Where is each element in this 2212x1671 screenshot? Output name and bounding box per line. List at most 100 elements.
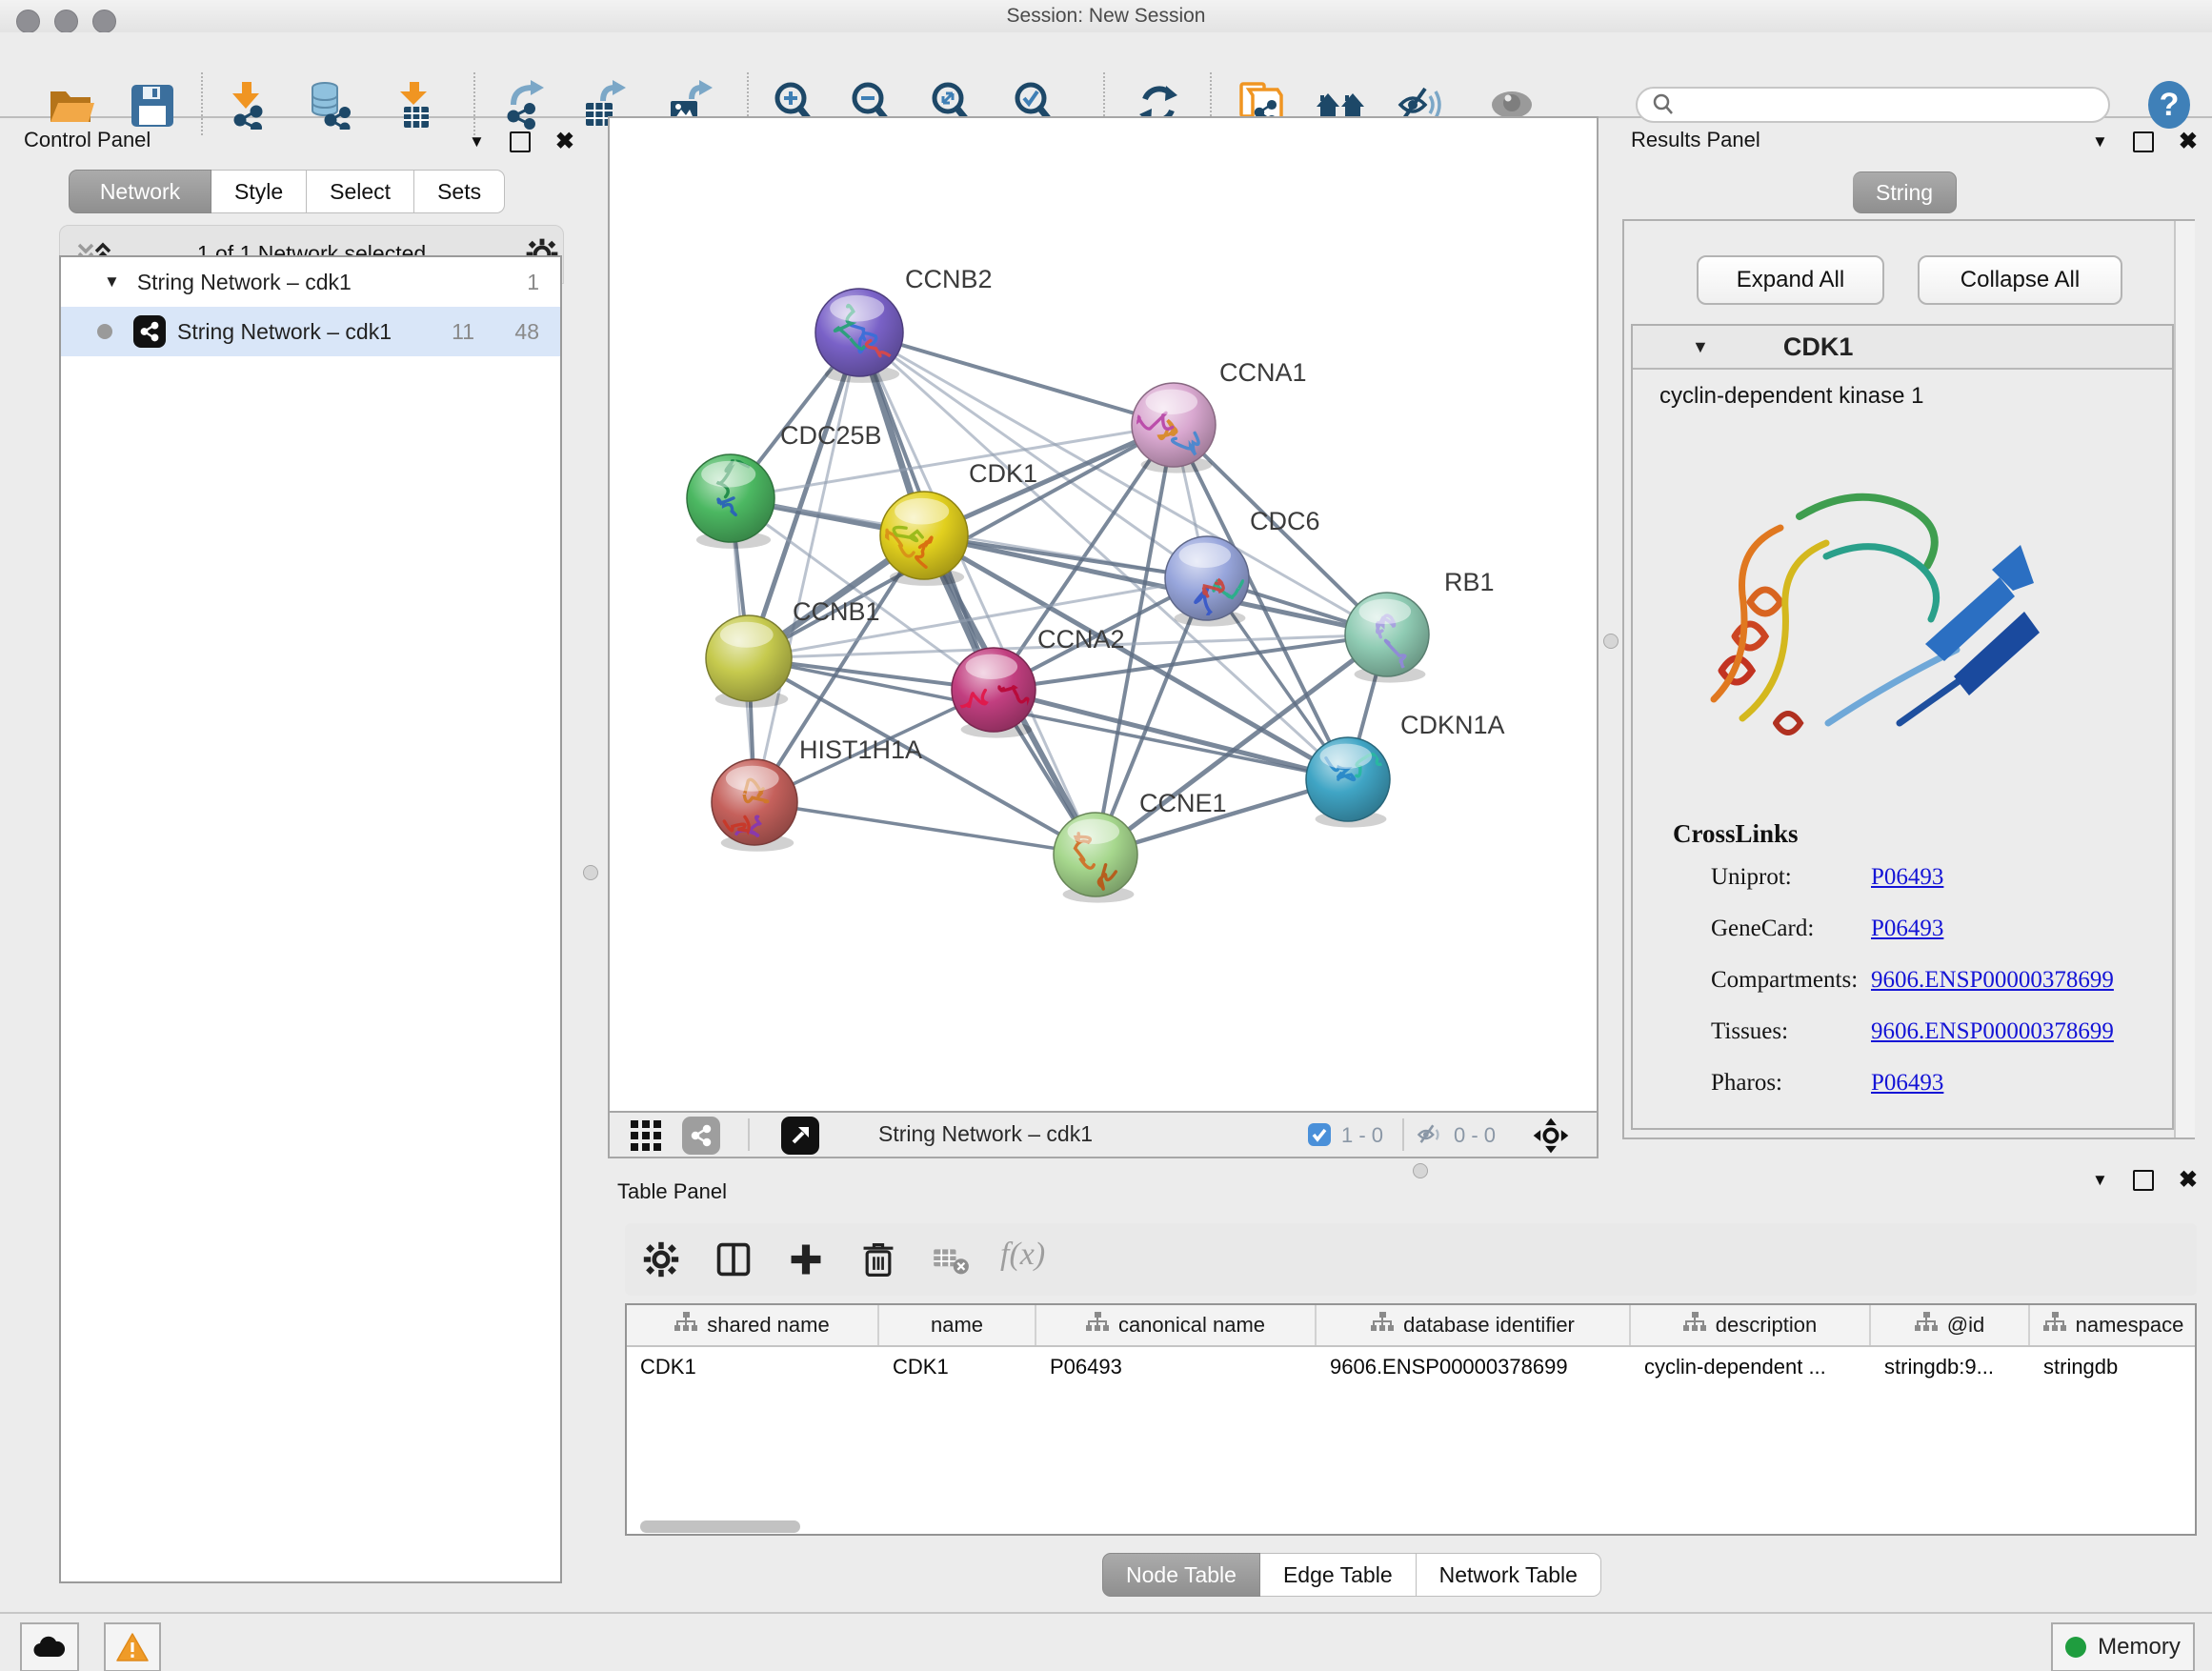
column-label: name xyxy=(931,1313,983,1338)
import-table-icon[interactable] xyxy=(389,78,442,131)
open-session-icon[interactable] xyxy=(44,78,97,131)
delete-column-icon[interactable] xyxy=(859,1240,897,1278)
crosslink-value-link[interactable]: P06493 xyxy=(1871,864,1943,916)
network-edge-HIST1H1A-CCNE1[interactable] xyxy=(754,802,1096,855)
results-panel-float-icon[interactable] xyxy=(2133,131,2154,152)
table-row[interactable]: CDK1CDK1P064939606.ENSP00000378699cyclin… xyxy=(627,1347,2195,1387)
crosslink-value-link[interactable]: 9606.ENSP00000378699 xyxy=(1871,967,2114,1018)
node-label-CCNE1: CCNE1 xyxy=(1139,789,1227,817)
save-session-icon[interactable] xyxy=(125,78,178,131)
sitemap-icon xyxy=(1371,1312,1394,1339)
tab-sets[interactable]: Sets xyxy=(414,170,505,213)
tab-string[interactable]: String xyxy=(1853,171,1957,213)
crosslink-value-link[interactable]: P06493 xyxy=(1871,916,1943,967)
results-panel-menu-icon[interactable]: ▼ xyxy=(2092,132,2108,151)
network-node-CCNB1[interactable]: CCNB1 xyxy=(706,597,880,708)
results-panel-title: Results Panel xyxy=(1631,128,1760,152)
collapse-all-button[interactable]: Collapse All xyxy=(1918,255,2122,305)
network-row[interactable]: String Network – cdk1 11 48 xyxy=(61,307,560,356)
control-panel-menu-icon[interactable]: ▼ xyxy=(469,132,485,151)
network-node-CDC6[interactable]: CDC6 xyxy=(1165,507,1320,627)
grid-view-icon[interactable] xyxy=(629,1118,663,1153)
column-header-databaseidentifier[interactable]: database identifier xyxy=(1317,1305,1631,1345)
node-label-CCNA1: CCNA1 xyxy=(1219,358,1307,387)
column-header-description[interactable]: description xyxy=(1631,1305,1871,1345)
column-header-namespace[interactable]: namespace xyxy=(2030,1305,2197,1345)
memory-button[interactable]: Memory xyxy=(2051,1622,2195,1671)
table-cell[interactable]: stringdb:9... xyxy=(1871,1355,2030,1379)
export-network-icon[interactable] xyxy=(498,78,552,131)
protein-card-header[interactable]: ▼ CDK1 xyxy=(1633,326,2172,370)
cloud-button[interactable] xyxy=(20,1622,79,1671)
network-node-CCNE1[interactable]: CCNE1 xyxy=(1054,789,1227,903)
tab-network-table[interactable]: Network Table xyxy=(1417,1553,1601,1597)
warnings-button[interactable] xyxy=(104,1622,161,1671)
network-graph: CCNB2CCNA1CDC25BCDK1CDC6RB1CCNB1CCNA2CDK… xyxy=(610,118,1597,1111)
network-share-view-icon[interactable] xyxy=(682,1117,720,1155)
column-header-name[interactable]: name xyxy=(879,1305,1036,1345)
table-cell[interactable]: CDK1 xyxy=(879,1355,1036,1379)
tab-network[interactable]: Network xyxy=(69,170,211,213)
column-label: namespace xyxy=(2076,1313,2184,1338)
network-edge-CDK1-RB1[interactable] xyxy=(924,535,1387,634)
show-columns-icon[interactable] xyxy=(714,1240,753,1278)
help-icon[interactable]: ? xyxy=(2142,78,2196,131)
network-view-title: String Network – cdk1 xyxy=(878,1121,1093,1147)
tab-select[interactable]: Select xyxy=(307,170,414,213)
import-network-icon[interactable] xyxy=(221,78,274,131)
main-toolbar: ? xyxy=(0,32,2212,118)
table-cell[interactable]: P06493 xyxy=(1036,1355,1317,1379)
bottom-splitter-handle[interactable] xyxy=(1413,1163,1428,1178)
network-edge-CCNB2-CCNA1[interactable] xyxy=(859,332,1174,425)
tab-edge-table[interactable]: Edge Table xyxy=(1260,1553,1417,1597)
network-edge-CCNB2-RB1[interactable] xyxy=(859,332,1387,634)
control-panel-close-icon[interactable]: ✖ xyxy=(555,133,574,151)
search-input[interactable] xyxy=(1676,93,2089,117)
table-horizontal-scrollbar[interactable] xyxy=(640,1520,800,1533)
birds-eye-view-icon[interactable] xyxy=(781,1117,819,1155)
table-panel-float-icon[interactable] xyxy=(2133,1170,2154,1191)
crosslink-value-link[interactable]: P06493 xyxy=(1871,1070,1943,1121)
column-label: @id xyxy=(1947,1313,1984,1338)
selected-checkbox-icon[interactable] xyxy=(1307,1122,1332,1152)
toolbar-separator xyxy=(1402,1118,1404,1151)
add-column-icon[interactable] xyxy=(787,1240,825,1278)
table-cell[interactable]: cyclin-dependent ... xyxy=(1631,1355,1871,1379)
expand-all-button[interactable]: Expand All xyxy=(1697,255,1884,305)
table-settings-gear-icon[interactable] xyxy=(642,1240,680,1278)
column-header-id[interactable]: @id xyxy=(1871,1305,2030,1345)
toolbar-separator xyxy=(473,72,475,135)
crosslinks-list: Uniprot:P06493 GeneCard:P06493 Compartme… xyxy=(1711,864,2149,1121)
network-node-CDKN1A[interactable]: CDKN1A xyxy=(1306,711,1505,828)
results-scrollbar[interactable] xyxy=(2174,221,2195,1137)
tab-node-table[interactable]: Node Table xyxy=(1102,1553,1260,1597)
tab-style[interactable]: Style xyxy=(211,170,307,213)
window-title: Session: New Session xyxy=(0,5,2212,28)
protein-collapse-icon[interactable]: ▼ xyxy=(1692,337,1709,357)
hidden-eye-icon[interactable] xyxy=(1416,1120,1446,1154)
network-node-CDC25B[interactable]: CDC25B xyxy=(687,421,882,549)
sitemap-icon xyxy=(1683,1312,1706,1339)
column-header-canonicalname[interactable]: canonical name xyxy=(1036,1305,1317,1345)
crosslink-label: Tissues: xyxy=(1711,1018,1871,1070)
column-header-sharedname[interactable]: shared name xyxy=(627,1305,879,1345)
network-node-HIST1H1A[interactable]: HIST1H1A xyxy=(712,735,922,852)
table-cell[interactable]: stringdb xyxy=(2030,1355,2197,1379)
import-network-from-database-icon[interactable] xyxy=(304,78,357,131)
table-cell[interactable]: CDK1 xyxy=(627,1355,879,1379)
table-cell[interactable]: 9606.ENSP00000378699 xyxy=(1317,1355,1631,1379)
table-panel-close-icon[interactable]: ✖ xyxy=(2179,1172,2198,1189)
control-panel-float-icon[interactable] xyxy=(510,131,531,152)
fit-content-crosshair-icon[interactable] xyxy=(1532,1117,1570,1155)
search-box[interactable] xyxy=(1636,87,2110,123)
table-panel-menu-icon[interactable]: ▼ xyxy=(2092,1171,2108,1190)
selected-node-edge-counts: 1 - 0 xyxy=(1341,1123,1383,1148)
network-collection-row[interactable]: ▼ String Network – cdk1 1 xyxy=(61,257,560,307)
network-node-CCNA1[interactable]: CCNA1 xyxy=(1127,358,1307,473)
collection-expand-icon[interactable]: ▼ xyxy=(104,272,120,292)
left-splitter-handle[interactable] xyxy=(583,865,598,880)
crosslink-value-link[interactable]: 9606.ENSP00000378699 xyxy=(1871,1018,2114,1070)
network-node-RB1[interactable]: RB1 xyxy=(1345,568,1495,683)
results-panel-close-icon[interactable]: ✖ xyxy=(2179,133,2198,151)
right-splitter-handle[interactable] xyxy=(1603,634,1619,649)
